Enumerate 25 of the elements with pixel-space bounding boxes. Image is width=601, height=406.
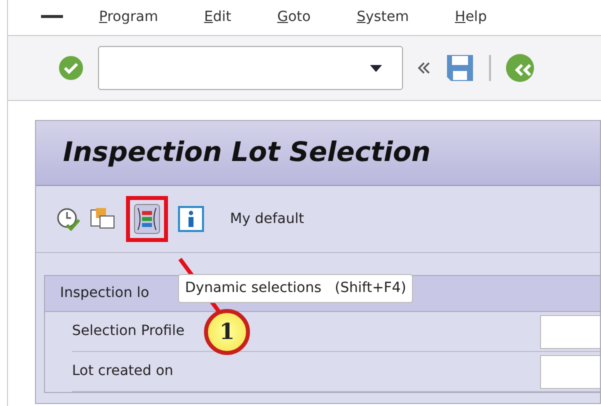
back-icon[interactable] xyxy=(505,53,535,83)
menu-item[interactable]: Program xyxy=(99,7,158,28)
save-icon[interactable] xyxy=(445,53,475,83)
group-title: Inspection lo xyxy=(60,284,150,303)
menu-icon[interactable] xyxy=(41,14,63,20)
input-field[interactable] xyxy=(540,354,600,388)
double-chevron-icon[interactable] xyxy=(417,62,431,74)
input-field[interactable] xyxy=(540,314,600,348)
check-icon[interactable] xyxy=(58,55,84,81)
variant-label[interactable]: My default xyxy=(230,208,304,230)
field-label: Lot created on xyxy=(72,362,174,381)
command-field[interactable] xyxy=(98,46,403,90)
tooltip: Dynamic selections (Shift+F4) xyxy=(178,274,414,303)
menu-item[interactable]: Help xyxy=(454,7,487,28)
screen-title: Inspection Lot Selection xyxy=(36,121,600,186)
dynamic-selections-icon[interactable] xyxy=(134,204,160,234)
menu-item[interactable]: Goto xyxy=(277,7,311,28)
copy-icon[interactable] xyxy=(90,207,116,231)
field-label: Selection Profile xyxy=(72,322,184,341)
step-callout: 1 xyxy=(204,309,250,355)
info-icon[interactable] xyxy=(178,206,204,232)
menu-item[interactable]: System xyxy=(356,7,409,28)
caret-icon xyxy=(370,64,382,72)
clock-check-icon[interactable] xyxy=(56,207,80,231)
menu-item[interactable]: Edit xyxy=(204,7,232,28)
